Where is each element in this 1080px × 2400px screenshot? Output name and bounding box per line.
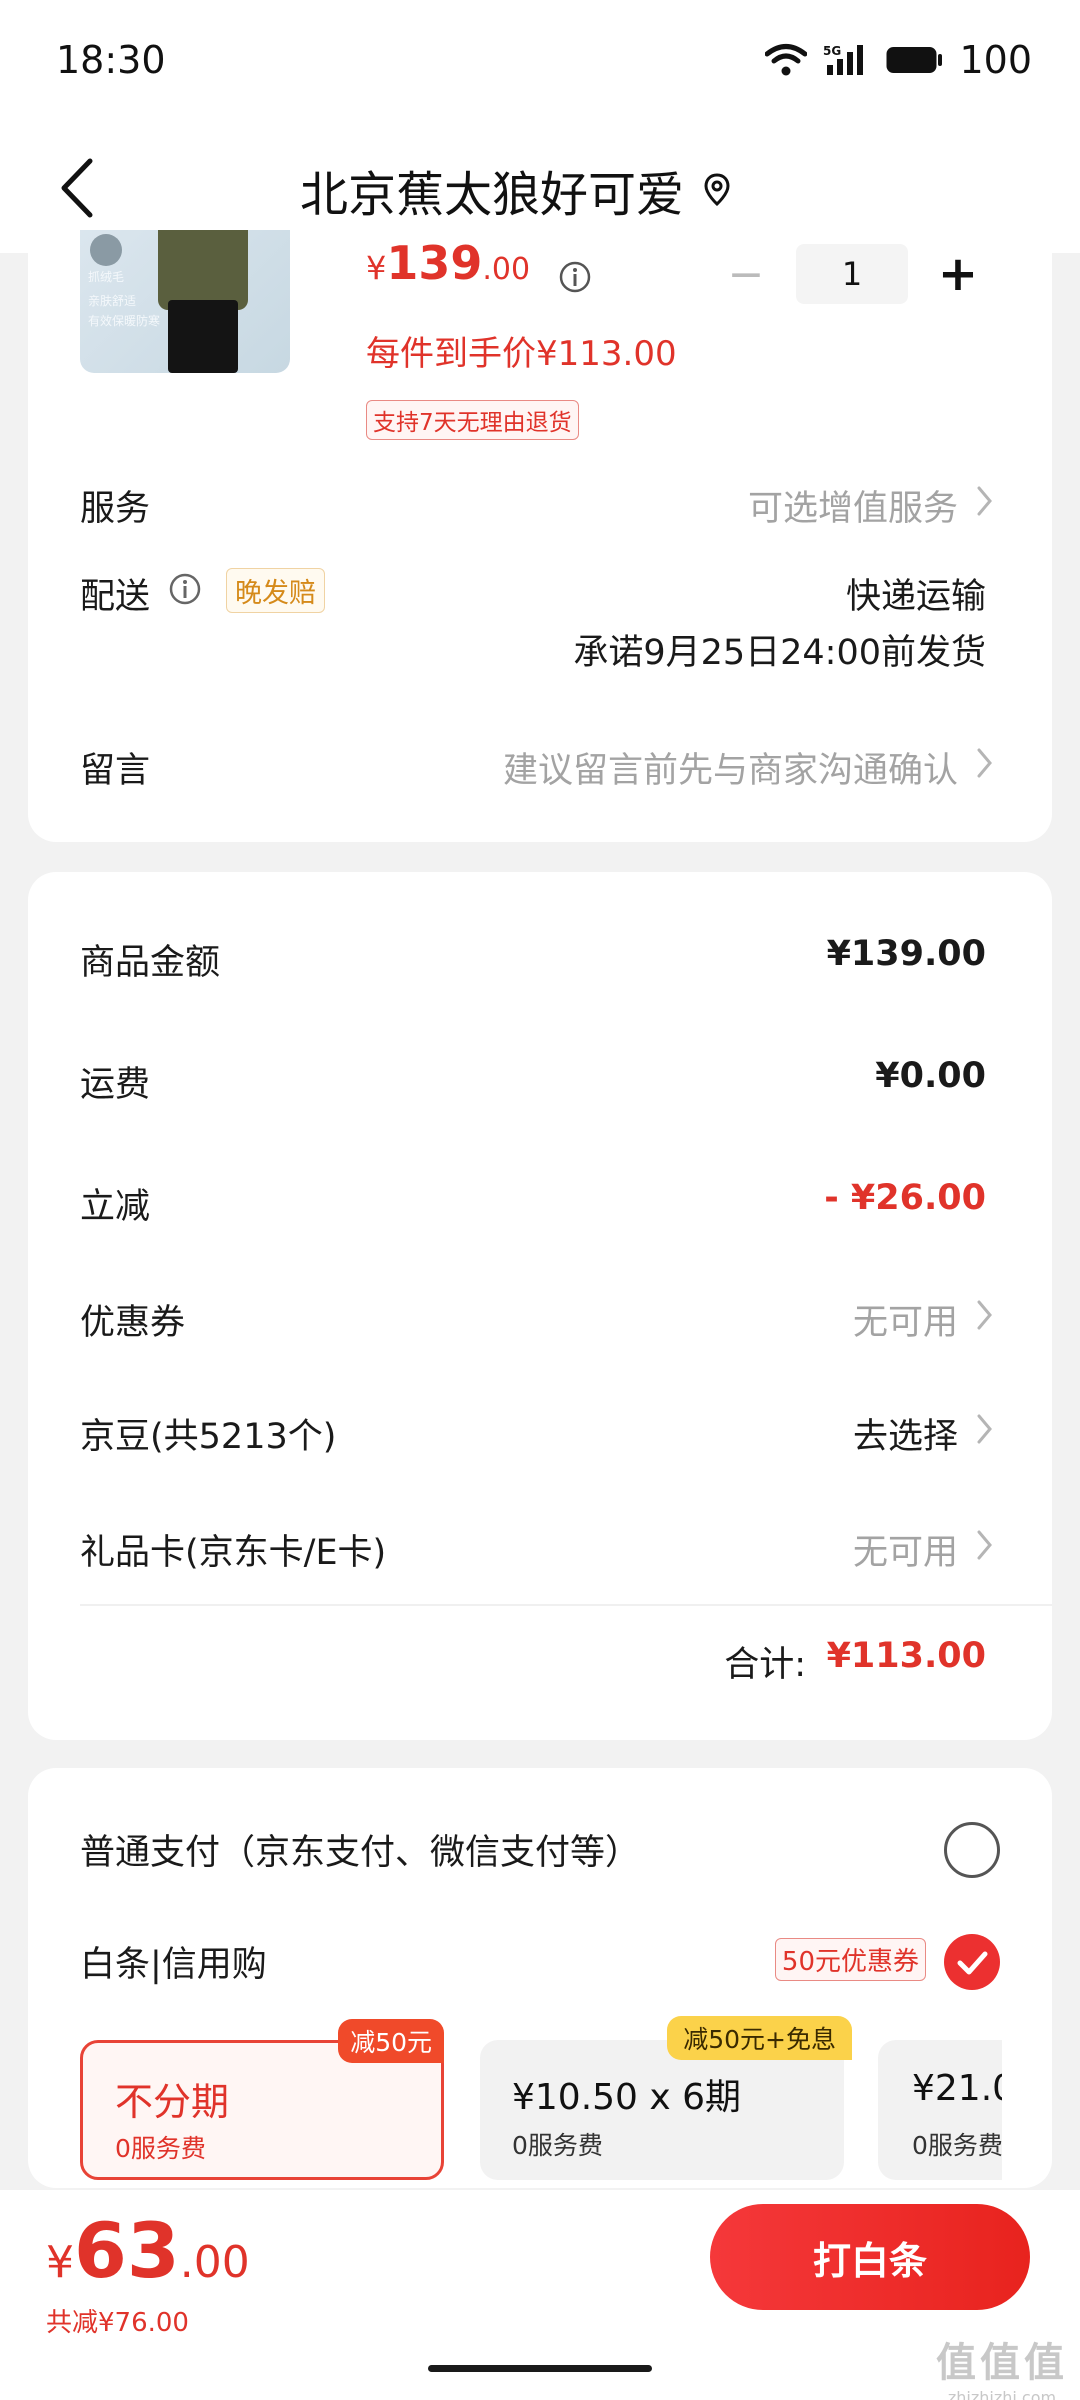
message-input[interactable]: 建议留言前先与商家沟通确认 — [503, 742, 958, 793]
thumb-text-1: 亲肤舒适 — [88, 294, 137, 308]
battery-level: 100 — [959, 38, 1032, 82]
plan-tag: 减50元 — [338, 2019, 444, 2063]
location-pin-icon — [704, 173, 730, 207]
plan-tag: 减50元+免息 — [667, 2016, 852, 2060]
total-label: 合计: — [724, 1645, 806, 1685]
chevron-right-icon — [977, 748, 992, 778]
price-info-icon[interactable] — [558, 260, 592, 294]
quantity-stepper: − 1 + — [716, 244, 988, 304]
thumb-pants — [168, 300, 238, 373]
normal-payment-label[interactable]: 普通支付（京东支付、微信支付等） — [80, 1824, 640, 1875]
plan-title: 不分期 — [115, 2080, 230, 2124]
plan-no-installment[interactable]: 减50元 不分期 0服务费 — [80, 2019, 444, 2180]
battery-icon — [886, 47, 943, 73]
plan-fee: 0服务费 — [115, 2134, 206, 2163]
gift-card-label: 礼品卡(京东卡/E卡) — [80, 1533, 387, 1573]
baitiao-coupon-badge: 50元优惠券 — [774, 1938, 926, 1981]
delivery-info-icon[interactable] — [168, 572, 202, 606]
total-saved: 共减¥76.00 — [46, 2308, 189, 2338]
svg-text:5G: 5G — [823, 44, 841, 58]
plan-fee: 0服务费 — [912, 2131, 1002, 2160]
service-label: 服务 — [80, 489, 151, 529]
jd-beans-label: 京豆(共5213个) — [80, 1417, 337, 1457]
pay-baitiao-button[interactable]: 打白条 — [710, 2204, 1030, 2310]
gift-card-value[interactable]: 无可用 — [853, 1524, 958, 1575]
quantity-value[interactable]: 1 — [796, 244, 908, 304]
delivery-label: 配送 — [80, 577, 151, 617]
pay-amount: ¥ 63 .00 — [46, 2206, 250, 2295]
thumb-logo-text: 抓绒毛 — [88, 270, 125, 284]
baitiao-radio[interactable] — [944, 1934, 1000, 1990]
chevron-right-icon — [977, 1530, 992, 1560]
goods-amount-label: 商品金额 — [80, 943, 221, 983]
summary-divider — [80, 1604, 1052, 1606]
watermark: 值值值 zhizhizhi.com — [936, 2340, 1068, 2400]
product-thumbnail[interactable]: 抓绒毛 亲肤舒适 有效保暖防寒 — [80, 230, 290, 373]
price-summary-card: 商品金额 ¥139.00 运费 ¥0.00 立减 - ¥26.00 优惠券 无可… — [28, 872, 1052, 1740]
address-title[interactable]: 北京蕉太狼好可爱 — [300, 155, 730, 225]
message-label: 留言 — [80, 751, 151, 791]
plan-title: ¥10.50 x 6期 — [512, 2077, 742, 2118]
back-icon[interactable] — [50, 153, 110, 223]
chevron-right-icon — [977, 1300, 992, 1330]
chevron-right-icon — [977, 1414, 992, 1444]
plan-title: ¥21.0 — [912, 2068, 1002, 2109]
discount-value: - ¥26.00 — [824, 1178, 986, 1218]
status-icons: 5G 100 — [765, 38, 1032, 82]
thumb-logo — [90, 234, 122, 266]
plan-6-installments[interactable]: 减50元+免息 ¥10.50 x 6期 0服务费 — [480, 2016, 852, 2180]
status-bar: 18:30 5G 100 — [0, 0, 1080, 125]
late-shipment-badge: 晚发赔 — [226, 568, 325, 613]
cellular-signal-icon: 5G — [823, 44, 864, 75]
check-icon — [957, 1951, 988, 1975]
status-time: 18:30 — [56, 38, 166, 82]
goods-amount-value: ¥139.00 — [826, 934, 986, 974]
increase-button[interactable]: + — [928, 244, 988, 304]
plan-12-installments[interactable]: ¥21.0 0服务费 — [878, 2040, 1002, 2180]
decrease-button[interactable]: − — [716, 244, 776, 304]
coupon-value[interactable]: 无可用 — [853, 1294, 958, 1345]
shipping-value: ¥0.00 — [875, 1056, 986, 1096]
jd-beans-value[interactable]: 去选择 — [853, 1408, 958, 1459]
total-value: ¥113.00 — [826, 1636, 986, 1676]
return-policy-badge: 支持7天无理由退货 — [366, 400, 579, 440]
delivery-method[interactable]: 快递运输 — [846, 568, 986, 619]
thumb-text-2: 有效保暖防寒 — [88, 314, 161, 328]
normal-payment-radio[interactable] — [944, 1822, 1000, 1878]
product-card: 抓绒毛 亲肤舒适 有效保暖防寒 ¥ 139 .00 每件到手价¥113.00 支… — [28, 230, 1052, 842]
home-indicator[interactable] — [428, 2365, 652, 2372]
discount-label: 立减 — [80, 1187, 151, 1227]
per-item-price: 每件到手价¥113.00 — [366, 334, 677, 374]
coupon-label: 优惠券 — [80, 1303, 186, 1343]
wifi-icon — [765, 44, 808, 76]
thumb-jacket — [158, 230, 248, 310]
service-value[interactable]: 可选增值服务 — [748, 480, 958, 531]
product-price: ¥ 139 .00 — [366, 236, 531, 290]
baitiao-label[interactable]: 白条|信用购 — [80, 1936, 267, 1987]
chevron-right-icon — [977, 486, 992, 516]
plan-fee: 0服务费 — [512, 2131, 603, 2160]
delivery-promise: 承诺9月25日24:00前发货 — [573, 633, 986, 673]
page-title: 北京蕉太狼好可爱 — [300, 167, 685, 223]
shipping-label: 运费 — [80, 1065, 151, 1105]
